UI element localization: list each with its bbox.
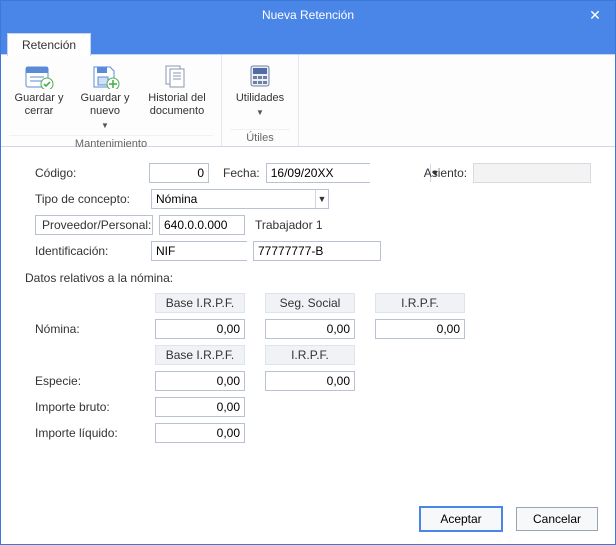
- close-icon: ✕: [589, 7, 601, 24]
- close-button[interactable]: ✕: [575, 1, 615, 29]
- asiento-label: Asiento:: [424, 166, 467, 180]
- utilities-label: Utilidades: [236, 92, 284, 105]
- nomina-irpf-input[interactable]: [375, 319, 465, 339]
- save-new-button[interactable]: Guardar y nuevo ▼: [75, 59, 135, 135]
- utilities-icon: [244, 62, 276, 90]
- proveedor-personal-button[interactable]: Proveedor/Personal:: [35, 215, 153, 235]
- nomina-grid: Base I.R.P.F. Seg. Social I.R.P.F. Nómin…: [35, 293, 591, 443]
- tipo-concepto-value[interactable]: [152, 190, 315, 208]
- asiento-value: [473, 163, 591, 183]
- form-area: Código: Fecha: ▼ Asiento: Tipo de concep…: [1, 147, 615, 451]
- fecha-input[interactable]: [267, 164, 430, 182]
- tipo-concepto-select[interactable]: ▼: [151, 189, 329, 209]
- nomina-row-label: Nómina:: [35, 322, 155, 336]
- proveedor-name: Trabajador 1: [255, 218, 323, 232]
- document-history-label: Historial del documento: [144, 92, 210, 118]
- cancel-button[interactable]: Cancelar: [516, 507, 598, 531]
- save-close-icon: [23, 62, 55, 90]
- dialog-footer: Aceptar Cancelar: [0, 497, 616, 545]
- window-title: Nueva Retención: [262, 8, 354, 22]
- save-close-label: Guardar y cerrar: [12, 92, 66, 118]
- col-header-seg-social: Seg. Social: [265, 293, 355, 313]
- tab-strip: Retención: [1, 29, 615, 55]
- importe-bruto-label: Importe bruto:: [35, 400, 155, 414]
- importe-liquido-label: Importe líquido:: [35, 426, 155, 440]
- especie-irpf-input[interactable]: [265, 371, 355, 391]
- chevron-down-icon[interactable]: ▼: [315, 190, 328, 208]
- ok-button[interactable]: Aceptar: [420, 507, 502, 531]
- col-header-base-irpf-2: Base I.R.P.F.: [155, 345, 245, 365]
- identificacion-valor-input[interactable]: [253, 241, 381, 261]
- proveedor-personal-label: Proveedor/Personal:: [42, 218, 151, 232]
- ribbon-group-utiles-label: Útiles: [230, 129, 290, 144]
- col-header-irpf-2: I.R.P.F.: [265, 345, 355, 365]
- save-new-label: Guardar y nuevo: [78, 92, 132, 118]
- chevron-down-icon: ▼: [256, 106, 264, 119]
- chevron-down-icon: ▼: [101, 119, 109, 132]
- save-close-button[interactable]: Guardar y cerrar: [9, 59, 69, 135]
- document-history-icon: [161, 62, 193, 90]
- codigo-label: Código:: [25, 166, 143, 180]
- col-header-base-irpf: Base I.R.P.F.: [155, 293, 245, 313]
- nomina-base-input[interactable]: [155, 319, 245, 339]
- codigo-input[interactable]: [149, 163, 209, 183]
- fecha-picker[interactable]: ▼: [266, 163, 370, 183]
- proveedor-code-input[interactable]: [159, 215, 245, 235]
- ribbon-group-mantenimiento-label: Mantenimiento: [9, 135, 213, 150]
- nomina-ss-input[interactable]: [265, 319, 355, 339]
- ribbon: Guardar y cerrar Guardar y nuevo ▼ Histo…: [1, 55, 615, 147]
- ribbon-group-utiles: Utilidades ▼ Útiles: [222, 55, 299, 146]
- title-bar: Nueva Retención ✕: [1, 1, 615, 29]
- ribbon-group-mantenimiento: Guardar y cerrar Guardar y nuevo ▼ Histo…: [1, 55, 222, 146]
- document-history-button[interactable]: Historial del documento: [141, 59, 213, 135]
- tab-retencion[interactable]: Retención: [7, 33, 91, 56]
- especie-base-input[interactable]: [155, 371, 245, 391]
- ok-label: Aceptar: [440, 512, 481, 526]
- importe-bruto-input[interactable]: [155, 397, 245, 417]
- col-header-irpf: I.R.P.F.: [375, 293, 465, 313]
- save-new-icon: [89, 62, 121, 90]
- fecha-label: Fecha:: [223, 166, 260, 180]
- importe-liquido-input[interactable]: [155, 423, 245, 443]
- identificacion-label: Identificación:: [25, 244, 145, 258]
- tipo-concepto-label: Tipo de concepto:: [25, 192, 145, 206]
- identificacion-tipo-select[interactable]: ▼: [151, 241, 247, 261]
- utilities-button[interactable]: Utilidades ▼: [230, 59, 290, 129]
- cancel-label: Cancelar: [533, 512, 581, 526]
- nomina-section-title: Datos relativos a la nómina:: [25, 271, 591, 285]
- especie-row-label: Especie:: [35, 374, 155, 388]
- tab-label: Retención: [22, 38, 76, 52]
